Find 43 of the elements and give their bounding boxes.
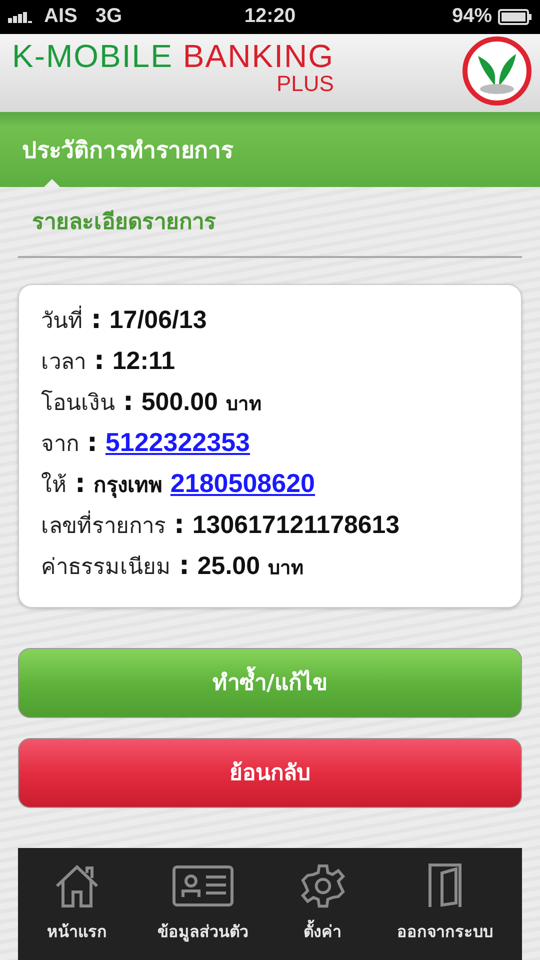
nav-label[interactable]: หน้าแรก (47, 919, 108, 944)
detail-value: 130617121178613 (192, 510, 400, 540)
nav-label[interactable]: ออกจากระบบ (396, 919, 493, 944)
account-link[interactable]: 5122322353 (105, 426, 250, 458)
home-icon[interactable] (54, 863, 100, 910)
detail-label: วันที่ (41, 302, 83, 338)
detail-label: ค่าธรรมเนียม (41, 554, 171, 582)
colon: : (87, 428, 98, 458)
colon: : (75, 468, 86, 499)
detail-value: 25.00 (197, 552, 260, 581)
account-link[interactable]: 2180508620 (170, 468, 316, 499)
battery-icon (498, 8, 532, 25)
battery-percent: 94% (452, 5, 492, 28)
sprout-logo-icon (460, 36, 534, 106)
detail-label: โอนเงิน (41, 389, 115, 418)
door-icon[interactable] (428, 863, 462, 910)
detail-value: 500.00 (141, 388, 218, 417)
id-card-icon[interactable] (172, 863, 234, 910)
settings-icon[interactable] (298, 863, 347, 910)
colon: : (179, 550, 190, 581)
back-button[interactable]: ย้อนกลับ (18, 738, 522, 808)
subtitle: รายละเอียดรายการ (32, 208, 216, 237)
unit-label: บาท (268, 556, 304, 581)
bank-name: กรุงเทพ (93, 472, 162, 500)
detail-label: ให้ (41, 471, 67, 500)
detail-value: 12:11 (112, 346, 175, 376)
colon: : (91, 304, 102, 335)
network-type: 3G (95, 5, 122, 28)
detail-label: จาก (41, 430, 79, 459)
detail-label: เวลา (41, 348, 86, 377)
section-title: ประวัติการทำรายการ (22, 136, 233, 166)
pointer-icon (44, 178, 60, 187)
detail-label: เลขที่รายการ (41, 508, 166, 543)
carrier-name: AIS (44, 5, 78, 28)
colon: : (123, 386, 134, 417)
detail-value: 17/06/13 (109, 306, 207, 335)
nav-label[interactable]: ข้อมูลส่วนตัว (157, 919, 248, 944)
unit-label: บาท (226, 392, 262, 417)
logo-text: K-MOBILE (12, 38, 173, 75)
nav-label[interactable]: ตั้งค่า (304, 919, 342, 944)
status-time: 12:20 (244, 5, 296, 28)
colon: : (174, 510, 184, 540)
colon: : (94, 346, 104, 376)
